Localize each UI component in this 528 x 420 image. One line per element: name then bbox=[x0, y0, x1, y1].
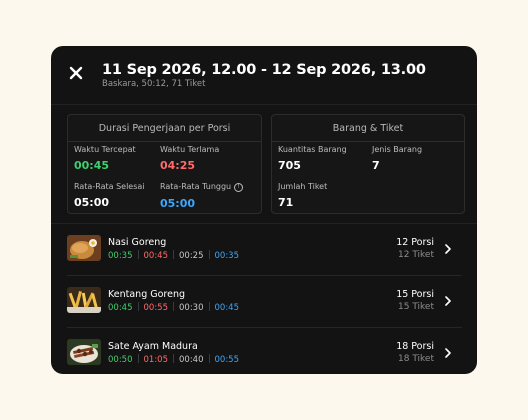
panel-header: 11 Sep 2026, 12.00 - 12 Sep 2026, 13.00 … bbox=[51, 46, 477, 105]
metric-qty: Kuantitas Barang 705 bbox=[278, 145, 347, 172]
divider bbox=[137, 354, 139, 363]
divider bbox=[137, 302, 139, 311]
list-item[interactable]: Kentang Goreng 00:45 00:55 00:30 00:45 15 P… bbox=[67, 276, 462, 328]
metric-fastest-label: Waktu Tercepat bbox=[74, 145, 136, 154]
item-times: 00:50 01:05 00:40 00:55 bbox=[108, 354, 239, 365]
close-icon[interactable] bbox=[69, 66, 85, 82]
time-avg-done: 00:25 bbox=[179, 251, 204, 261]
item-name: Sate Ayam Madura bbox=[108, 341, 198, 352]
list-item[interactable]: Nasi Goreng 00:35 00:45 00:25 00:35 12 Pors… bbox=[67, 224, 462, 276]
time-avg-wait: 00:35 bbox=[214, 251, 240, 261]
metric-avg-wait: Rata-Rata Tunggu! 05:00 bbox=[160, 182, 244, 210]
duration-card: Durasi Pengerjaan per Porsi Waktu Tercep… bbox=[67, 114, 262, 214]
divider bbox=[272, 141, 464, 142]
metric-fastest: Waktu Tercepat 00:45 bbox=[74, 145, 136, 172]
time-avg-done: 00:30 bbox=[179, 303, 204, 313]
goods-card-title: Barang & Tiket bbox=[332, 123, 404, 134]
time-longest: 01:05 bbox=[143, 355, 169, 365]
chevron-right-icon[interactable] bbox=[444, 244, 452, 254]
metric-longest-label: Waktu Terlama bbox=[160, 145, 220, 154]
divider bbox=[173, 354, 174, 363]
info-icon[interactable]: ! bbox=[234, 183, 244, 192]
metric-longest: Waktu Terlama 04:25 bbox=[160, 145, 219, 172]
item-porsi: 12 Porsi bbox=[396, 237, 434, 248]
divider bbox=[173, 250, 174, 259]
metric-tickets-value: 71 bbox=[278, 196, 294, 209]
page-subtitle: Baskara, 50:12, 71 Tiket bbox=[102, 79, 206, 89]
divider bbox=[208, 250, 210, 259]
item-name: Kentang Goreng bbox=[108, 289, 186, 300]
item-porsi: 18 Porsi bbox=[396, 341, 434, 352]
list-item[interactable]: Sate Ayam Madura 00:50 01:05 00:40 00:55 18… bbox=[67, 328, 462, 374]
time-avg-done: 00:40 bbox=[179, 355, 204, 365]
time-avg-wait: 00:45 bbox=[214, 303, 240, 313]
food-thumbnail bbox=[67, 287, 101, 313]
metric-avg-done-label: Rata-Rata Selesai bbox=[74, 182, 145, 191]
page-title: 11 Sep 2026, 12.00 - 12 Sep 2026, 13.00 bbox=[102, 62, 426, 78]
item-times: 00:45 00:55 00:30 00:45 bbox=[108, 302, 239, 313]
item-porsi: 15 Porsi bbox=[396, 289, 434, 300]
metric-longest-value: 04:25 bbox=[160, 159, 196, 172]
item-name: Nasi Goreng bbox=[108, 237, 167, 248]
time-longest: 00:45 bbox=[143, 251, 169, 261]
metric-types: Jenis Barang 7 bbox=[372, 145, 422, 172]
metric-tickets-label: Jumlah Tiket bbox=[278, 182, 328, 191]
metric-avg-done-value: 05:00 bbox=[74, 196, 110, 209]
divider bbox=[208, 354, 210, 363]
metric-fastest-value: 00:45 bbox=[74, 159, 110, 172]
metric-avg-wait-label: Rata-Rata Tunggu bbox=[160, 182, 232, 191]
time-fastest: 00:45 bbox=[108, 303, 133, 313]
time-longest: 00:55 bbox=[143, 303, 169, 313]
metric-avg-wait-label-row: Rata-Rata Tunggu! bbox=[160, 182, 244, 192]
goods-card: Barang & Tiket Kuantitas Barang 705 Jeni… bbox=[271, 114, 465, 214]
metric-tickets: Jumlah Tiket 71 bbox=[278, 182, 327, 209]
metric-avg-wait-value: 05:00 bbox=[160, 197, 196, 210]
divider bbox=[208, 302, 210, 311]
divider bbox=[68, 141, 261, 142]
divider bbox=[173, 302, 174, 311]
metric-avg-done: Rata-Rata Selesai 05:00 bbox=[74, 182, 145, 209]
item-times: 00:35 00:45 00:25 00:35 bbox=[108, 250, 239, 261]
metric-qty-value: 705 bbox=[278, 159, 301, 172]
metric-types-value: 7 bbox=[372, 159, 380, 172]
divider bbox=[137, 250, 139, 259]
metric-qty-label: Kuantitas Barang bbox=[278, 145, 347, 154]
time-fastest: 00:35 bbox=[108, 251, 133, 261]
time-fastest: 00:50 bbox=[108, 355, 133, 365]
item-tiket: 18 Tiket bbox=[398, 354, 434, 364]
food-thumbnail bbox=[67, 235, 101, 261]
time-avg-wait: 00:55 bbox=[214, 355, 240, 365]
chevron-right-icon[interactable] bbox=[444, 348, 452, 358]
metric-types-label: Jenis Barang bbox=[372, 145, 423, 154]
duration-card-title: Durasi Pengerjaan per Porsi bbox=[98, 123, 231, 134]
food-thumbnail bbox=[67, 339, 101, 365]
chevron-right-icon[interactable] bbox=[444, 296, 452, 306]
item-tiket: 12 Tiket bbox=[398, 250, 434, 260]
report-panel: 11 Sep 2026, 12.00 - 12 Sep 2026, 13.00 … bbox=[51, 46, 477, 374]
item-tiket: 15 Tiket bbox=[398, 302, 434, 312]
